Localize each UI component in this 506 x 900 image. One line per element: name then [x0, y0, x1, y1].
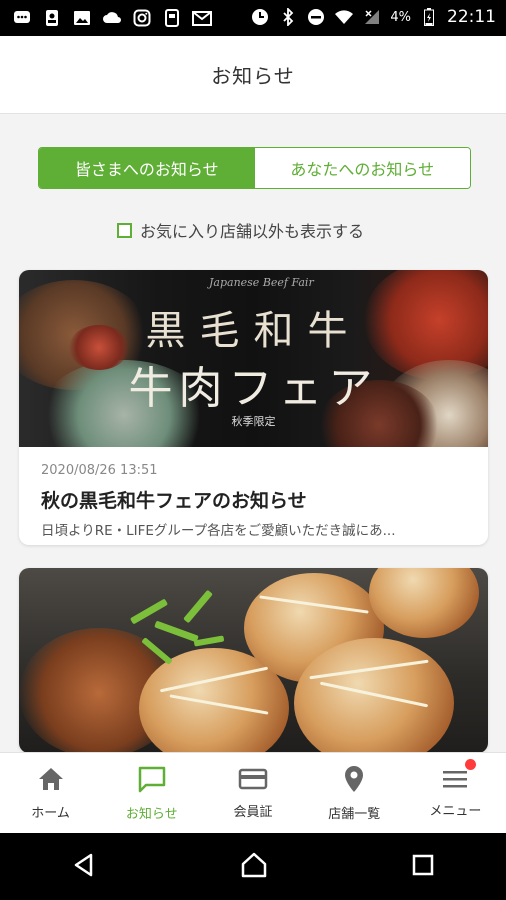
notice-title: 秋の黒毛和牛フェアのお知らせ — [41, 490, 307, 512]
nav-store-list-label: 店舗一覧 — [328, 807, 381, 822]
nav-menu-label: メニュー — [429, 804, 482, 819]
recent-apps-icon[interactable] — [411, 853, 435, 881]
bluetooth-icon — [278, 7, 298, 27]
nav-membership-card-label: 会員証 — [233, 805, 273, 820]
banner-title-line2: 牛肉フェア — [128, 363, 379, 414]
tab-public-notices[interactable]: 皆さまへのお知らせ — [39, 148, 255, 188]
tab-personal-notices[interactable]: あなたへのお知らせ — [254, 148, 470, 188]
signal-icon — [362, 7, 382, 27]
show-all-stores-label: お気に入り店舗以外も表示する — [140, 222, 365, 241]
contact-icon — [42, 8, 62, 28]
system-indicators: 4% 22:11 — [250, 7, 496, 27]
cloud-icon — [102, 8, 122, 28]
notice-excerpt: 日頃よりRE・LIFEグループ各店をご愛顧いただき誠にあ... — [41, 523, 396, 539]
takoyaki-photo — [19, 568, 488, 753]
message-icon — [137, 765, 167, 797]
home-button-icon[interactable] — [240, 851, 268, 883]
notification-badge — [464, 759, 476, 770]
app-icon — [162, 8, 182, 28]
do-not-disturb-icon — [306, 7, 326, 27]
nav-store-list[interactable]: 店舗一覧 — [304, 753, 405, 834]
card-icon — [238, 767, 268, 795]
instagram-icon — [132, 8, 152, 28]
wifi-icon — [334, 7, 354, 27]
status-bar: 4% 22:11 — [0, 0, 506, 36]
beef-fair-banner: Japanese Beef Fair 黒毛和牛 牛肉フェア 秋季限定 — [19, 270, 488, 447]
nav-membership-card[interactable]: 会員証 — [202, 753, 303, 834]
notice-date: 2020/08/26 13:51 — [41, 463, 158, 478]
card-body: 2020/08/26 13:51 秋の黒毛和牛フェアのお知らせ 日頃よりRE・L… — [19, 447, 488, 539]
battery-icon — [419, 7, 439, 27]
back-icon[interactable] — [71, 852, 97, 882]
chat-icon — [12, 8, 32, 28]
banner-limited-label: 秋季限定 — [231, 415, 276, 428]
page-title: お知らせ — [211, 64, 295, 88]
location-icon — [343, 765, 365, 797]
clock: 22:11 — [447, 7, 496, 27]
mail-icon — [192, 8, 212, 28]
notice-card[interactable] — [19, 568, 488, 753]
nav-home-label: ホーム — [31, 806, 70, 821]
show-all-stores-checkbox[interactable] — [117, 222, 132, 238]
home-icon — [37, 766, 65, 796]
show-all-stores-filter[interactable]: お気に入り店舗以外も表示する — [117, 218, 364, 242]
banner-title-line1: 黒毛和牛 — [145, 308, 362, 354]
banner-subtitle: Japanese Beef Fair — [209, 276, 314, 289]
bottom-navigation: ホーム お知らせ 会員証 店舗一覧 メニュー — [0, 752, 506, 834]
nav-home[interactable]: ホーム — [0, 753, 101, 834]
battery-percent: 4% — [390, 9, 411, 25]
nav-notices[interactable]: お知らせ — [101, 753, 202, 834]
menu-icon — [441, 768, 469, 794]
image-icon — [72, 8, 92, 28]
nav-notices-label: お知らせ — [125, 807, 178, 822]
app-header: お知らせ — [0, 36, 506, 114]
notice-tabs: 皆さまへのお知らせ あなたへのお知らせ — [38, 147, 471, 189]
notification-icons — [12, 8, 212, 28]
notice-card[interactable]: Japanese Beef Fair 黒毛和牛 牛肉フェア 秋季限定 2020/… — [19, 270, 488, 545]
system-navigation-bar — [0, 833, 506, 900]
nav-menu[interactable]: メニュー — [405, 753, 506, 834]
sync-icon — [250, 7, 270, 27]
